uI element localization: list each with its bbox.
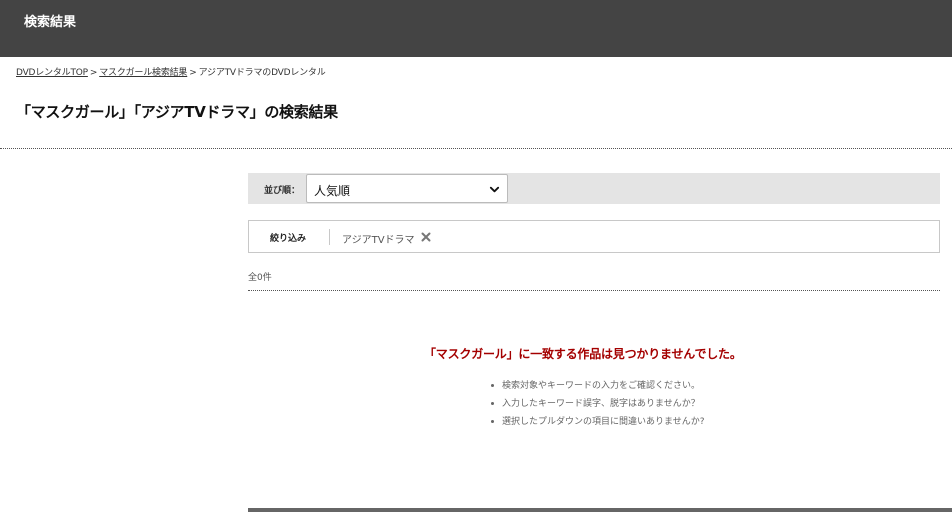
no-result-message: 「マスクガール」に一致する作品は見つかりませんでした。 [424, 347, 742, 361]
breadcrumb: DVDレンタルTOP > マスクガール検索結果 > アジアTVドラマのDVDレンタル [16, 65, 326, 78]
count-divider [248, 290, 940, 291]
close-icon[interactable] [421, 232, 431, 242]
result-count: 全0件 [248, 273, 272, 283]
sort-label: 並び順： [264, 186, 301, 196]
title-divider [0, 148, 952, 149]
breadcrumb-separator: > [89, 68, 98, 78]
filter-label: 絞り込み [270, 234, 307, 244]
chevron-down-icon [489, 186, 500, 193]
sort-select[interactable]: 人気順 [306, 174, 508, 203]
filter-box: 絞り込み アジアTVドラマ [248, 220, 940, 253]
tip-item: 入力したキーワード誤字、脱字はありませんか？ [489, 397, 705, 415]
tip-item: 選択したプルダウンの項目に間違いありませんか? [489, 415, 705, 433]
header-title: 検索結果 [24, 15, 77, 30]
footer-bar [248, 508, 952, 512]
sort-selected-value: 人気順 [314, 184, 351, 198]
sort-bar: 並び順： 人気順 [248, 173, 940, 204]
breadcrumb-current: アジアTVドラマのDVDレンタル [198, 68, 326, 78]
filter-chip: アジアTVドラマ [342, 235, 415, 246]
breadcrumb-link-top[interactable]: DVDレンタルTOP [16, 68, 88, 78]
breadcrumb-separator: > [189, 68, 197, 78]
tips-list: 検索対象やキーワードの入力をご確認ください。 入力したキーワード誤字、脱字はあり… [489, 379, 705, 433]
breadcrumb-link-search[interactable]: マスクガール検索結果 [99, 68, 187, 78]
page-title: 「マスクガール」「アジアTVドラマ」の検索結果 [16, 103, 338, 121]
tip-item: 検索対象やキーワードの入力をご確認ください。 [489, 379, 705, 397]
filter-divider [329, 229, 330, 245]
top-header: 検索結果 [0, 0, 952, 57]
